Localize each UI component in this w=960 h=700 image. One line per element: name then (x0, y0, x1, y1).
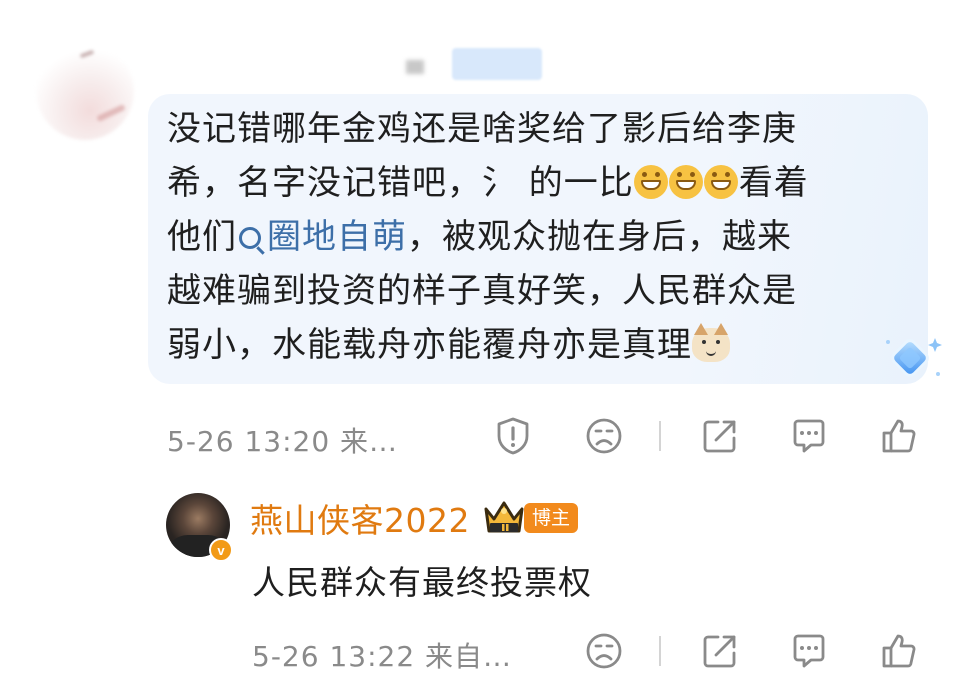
comment-button[interactable] (789, 416, 829, 456)
crown-icon (484, 501, 524, 533)
dislike-icon (586, 633, 622, 669)
comment-timestamp: 5-26 13:20 来… (167, 425, 399, 458)
diamond-decoration-icon (886, 338, 942, 377)
dislike-icon (586, 418, 622, 454)
share-icon (703, 635, 736, 668)
dislike-button[interactable] (584, 416, 624, 456)
comment-icon (793, 634, 825, 668)
top-commenter-avatar[interactable] (36, 42, 134, 140)
divider (659, 421, 661, 451)
report-icon (497, 417, 529, 455)
comment-text: 没记错哪年金鸡还是啥奖给了影后给李庚 希，名字没记错吧，氵 的一比 看着 他们 圈地… (167, 102, 907, 372)
comment-button[interactable] (789, 631, 829, 671)
like-button[interactable] (879, 416, 919, 456)
share-icon (703, 420, 736, 453)
like-icon (882, 634, 916, 668)
author-tag: 博主 (524, 503, 579, 533)
divider (659, 636, 661, 666)
like-button[interactable] (879, 631, 919, 671)
share-button[interactable] (700, 416, 740, 456)
comment-line-4: 越难骗到投资的样子真好笑，人民群众是 (167, 271, 797, 311)
like-icon (882, 419, 916, 453)
reply-text: 人民群众有最终投票权 (252, 563, 592, 602)
comment-line-5: 弱小，水能载舟亦能覆舟亦是真理 (167, 318, 907, 372)
comment-line-3: 他们 圈地自萌，被观众抛在身后，越来 (167, 217, 792, 257)
report-button[interactable] (493, 416, 533, 456)
verified-badge-icon: v (209, 538, 233, 562)
cat-face-emoji (692, 323, 730, 362)
grinning-face-emoji (703, 165, 738, 199)
topic-link[interactable]: 圈地自萌 (237, 217, 407, 257)
comment-icon (793, 419, 825, 453)
dislike-button[interactable] (584, 631, 624, 671)
comment-line-1: 没记错哪年金鸡还是啥奖给了影后给李庚 (167, 109, 797, 149)
reply-timestamp: 5-26 13:22 来自… (252, 640, 513, 673)
top-commenter-badge-blurred (452, 48, 542, 80)
grinning-face-emoji (668, 165, 703, 199)
comment-line-2: 希，名字没记错吧，氵 的一比 看着 (167, 163, 809, 203)
grinning-face-emoji (633, 165, 668, 199)
top-commenter-name-blurred (406, 60, 424, 74)
reply-username[interactable]: 燕山侠客2022 (250, 494, 470, 542)
share-button[interactable] (700, 631, 740, 671)
search-icon (239, 227, 261, 249)
